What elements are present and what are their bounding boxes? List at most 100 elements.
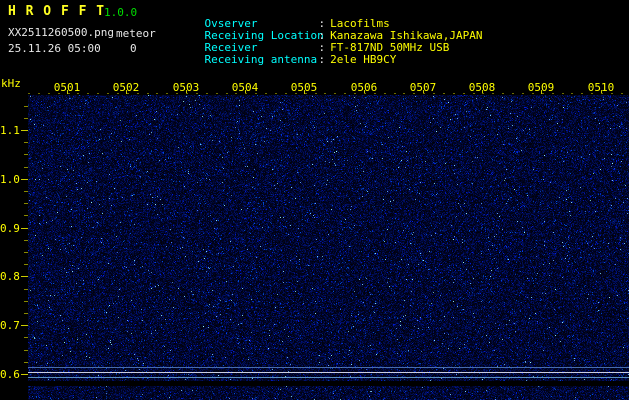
output-filename: XX2511260500.png	[8, 26, 114, 39]
axis-tick	[77, 93, 79, 94]
axis-tick	[68, 93, 70, 94]
freq-unit-label: kHz	[1, 77, 21, 90]
axis-tick	[186, 93, 188, 94]
axis-tick	[443, 93, 445, 94]
axis-tick	[255, 93, 257, 94]
axis-tick	[601, 93, 603, 94]
axis-tick	[21, 276, 28, 277]
mode-label: meteor	[116, 27, 156, 40]
freq-axis-label: 1.0	[0, 173, 19, 186]
axis-tick	[48, 93, 50, 94]
axis-tick	[21, 374, 28, 375]
axis-tick	[394, 93, 396, 94]
axis-tick	[334, 93, 336, 94]
axis-tick	[24, 301, 28, 302]
axis-tick	[226, 93, 228, 94]
axis-tick	[24, 154, 28, 155]
axis-tick	[315, 93, 317, 94]
app-title: H R O F F T	[8, 4, 105, 19]
freq-axis-label: 0.9	[0, 222, 19, 235]
axis-tick	[24, 142, 28, 143]
spectrogram-canvas	[28, 95, 629, 381]
axis-tick	[216, 93, 218, 94]
axis-tick	[581, 93, 583, 94]
antenna-value: 2ele HB9CY	[330, 53, 396, 66]
freq-axis-label: 0.6	[0, 368, 19, 381]
axis-tick	[374, 93, 376, 94]
axis-tick	[24, 215, 28, 216]
freq-axis-label: 0.8	[0, 270, 19, 283]
axis-tick	[235, 93, 237, 94]
axis-tick	[38, 93, 40, 94]
axis-tick	[532, 93, 534, 94]
axis-tick	[24, 191, 28, 192]
axis-tick	[58, 93, 60, 94]
hrofft-window: H R O F F T 1.0.0 XX2511260500.png meteo…	[0, 0, 629, 400]
axis-tick	[24, 167, 28, 168]
axis-tick	[24, 106, 28, 107]
axis-tick	[295, 93, 297, 94]
freq-axis-label: 1.1	[0, 124, 19, 137]
axis-tick	[117, 93, 119, 94]
separator: :	[319, 53, 326, 66]
axis-tick	[24, 337, 28, 338]
axis-tick	[275, 93, 277, 94]
axis-tick	[413, 93, 415, 94]
antenna-row: Receiving antenna: 2ele HB9CY	[178, 40, 396, 79]
axis-tick	[176, 93, 178, 94]
axis-tick	[127, 93, 129, 94]
axis-tick	[28, 93, 30, 94]
axis-tick	[137, 93, 139, 94]
axis-tick	[571, 93, 573, 94]
axis-tick	[24, 240, 28, 241]
axis-tick	[24, 350, 28, 351]
axis-tick	[344, 93, 346, 94]
axis-tick	[21, 130, 28, 131]
axis-tick	[542, 93, 544, 94]
axis-tick	[147, 93, 149, 94]
axis-tick	[24, 313, 28, 314]
axis-tick	[591, 93, 593, 94]
axis-tick	[265, 93, 267, 94]
axis-tick	[562, 93, 564, 94]
axis-tick	[502, 93, 504, 94]
axis-tick	[522, 93, 524, 94]
axis-tick	[87, 93, 89, 94]
axis-tick	[97, 93, 99, 94]
intensity-strip-canvas	[28, 386, 629, 400]
axis-tick	[206, 93, 208, 94]
axis-tick	[364, 93, 366, 94]
axis-tick	[384, 93, 386, 94]
meteor-count: 0	[130, 42, 137, 55]
axis-tick	[24, 118, 28, 119]
axis-tick	[621, 93, 623, 94]
axis-tick	[552, 93, 554, 94]
axis-tick	[492, 93, 494, 94]
axis-tick	[403, 93, 405, 94]
axis-tick	[107, 93, 109, 94]
axis-tick	[611, 93, 613, 94]
axis-tick	[482, 93, 484, 94]
app-version: 1.0.0	[104, 6, 137, 19]
axis-tick	[21, 325, 28, 326]
axis-tick	[324, 93, 326, 94]
axis-tick	[21, 228, 28, 229]
axis-tick	[196, 93, 198, 94]
axis-tick	[453, 93, 455, 94]
axis-tick	[473, 93, 475, 94]
axis-tick	[512, 93, 514, 94]
axis-tick	[24, 362, 28, 363]
antenna-label: Receiving antenna	[205, 53, 319, 66]
timestamp: 25.11.26 05:00	[8, 42, 101, 55]
axis-tick	[156, 93, 158, 94]
axis-tick	[24, 264, 28, 265]
freq-axis-label: 0.7	[0, 319, 19, 332]
axis-tick	[24, 252, 28, 253]
axis-tick	[21, 179, 28, 180]
axis-tick	[305, 93, 307, 94]
axis-tick	[285, 93, 287, 94]
axis-tick	[423, 93, 425, 94]
axis-tick	[24, 203, 28, 204]
axis-tick	[166, 93, 168, 94]
axis-tick	[354, 93, 356, 94]
